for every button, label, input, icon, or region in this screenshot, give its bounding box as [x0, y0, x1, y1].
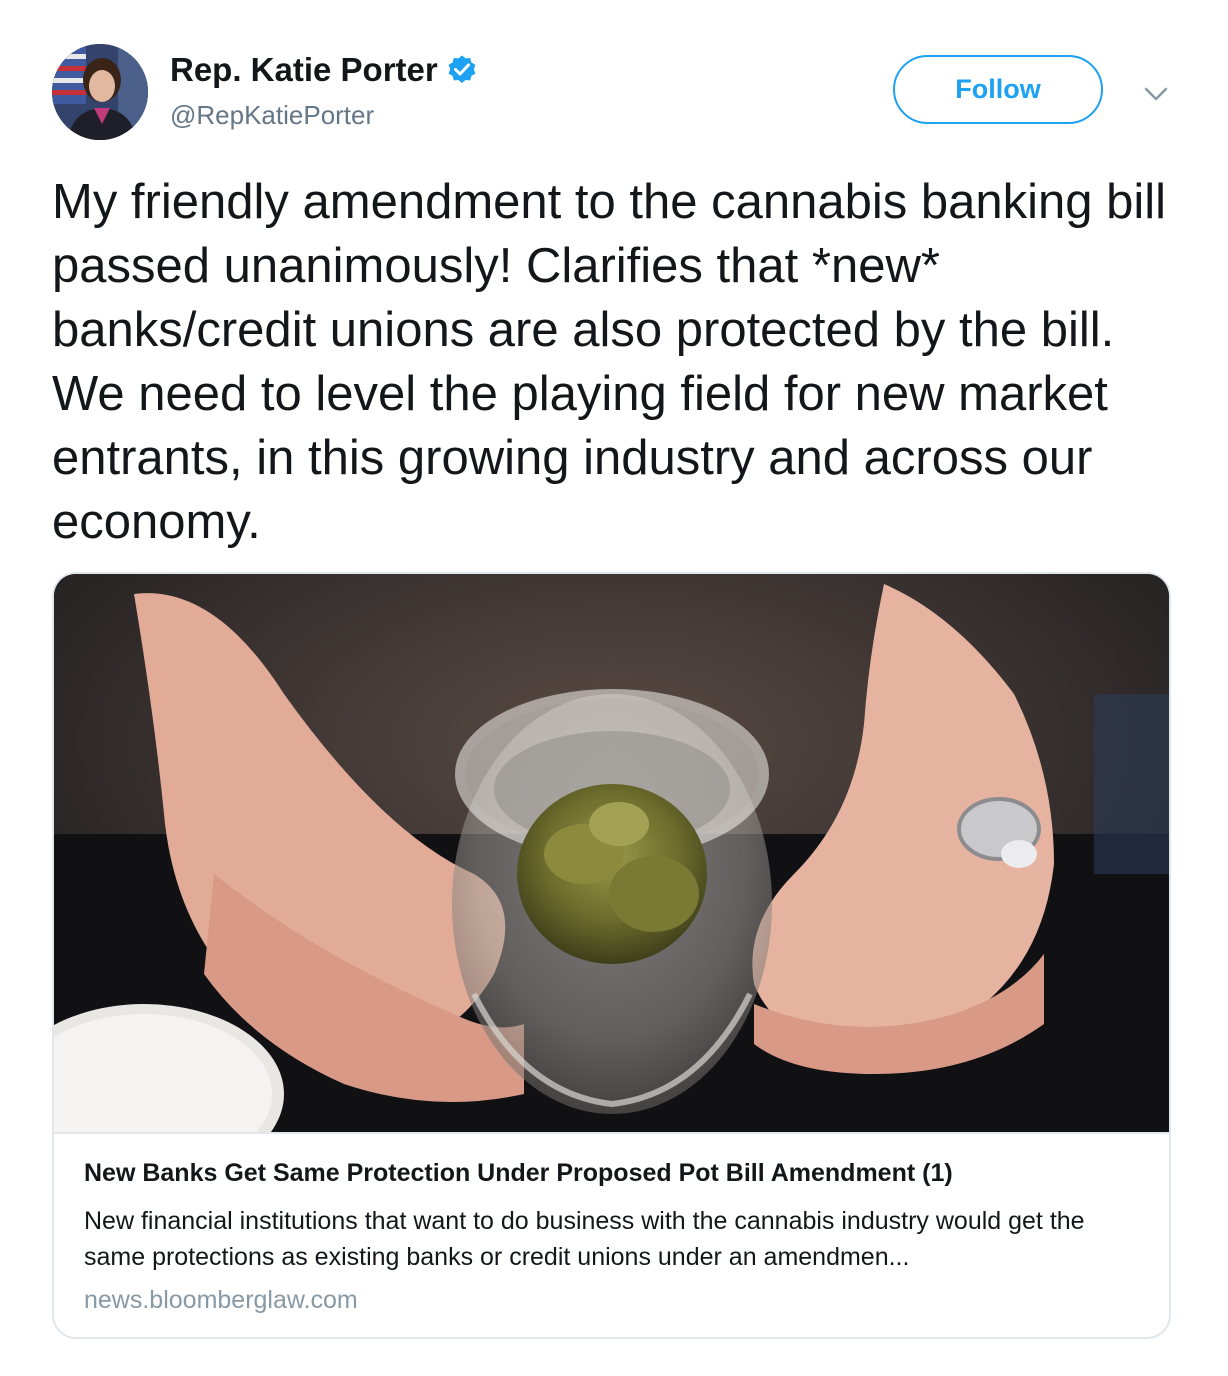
card-divider	[54, 1132, 1169, 1134]
tweet-text: My friendly amendment to the cannabis ba…	[52, 175, 1167, 549]
avatar[interactable]	[52, 44, 148, 140]
author-handle[interactable]: @RepKatiePorter	[170, 100, 374, 131]
author-display-name[interactable]: Rep. Katie Porter	[170, 51, 438, 89]
verified-badge-icon	[446, 54, 478, 86]
card-title[interactable]: New Banks Get Same Protection Under Prop…	[84, 1159, 1144, 1188]
follow-button[interactable]: Follow	[893, 55, 1103, 124]
card-description: New financial institutions that want to …	[84, 1207, 1085, 1271]
cannabis-jar-photo	[54, 574, 1169, 1132]
link-card[interactable]: New Banks Get Same Protection Under Prop…	[52, 572, 1171, 1339]
card-domain: news.bloomberglaw.com	[84, 1286, 358, 1314]
author-name-row[interactable]: Rep. Katie Porter	[170, 48, 478, 92]
chevron-down-icon[interactable]	[1140, 78, 1172, 110]
